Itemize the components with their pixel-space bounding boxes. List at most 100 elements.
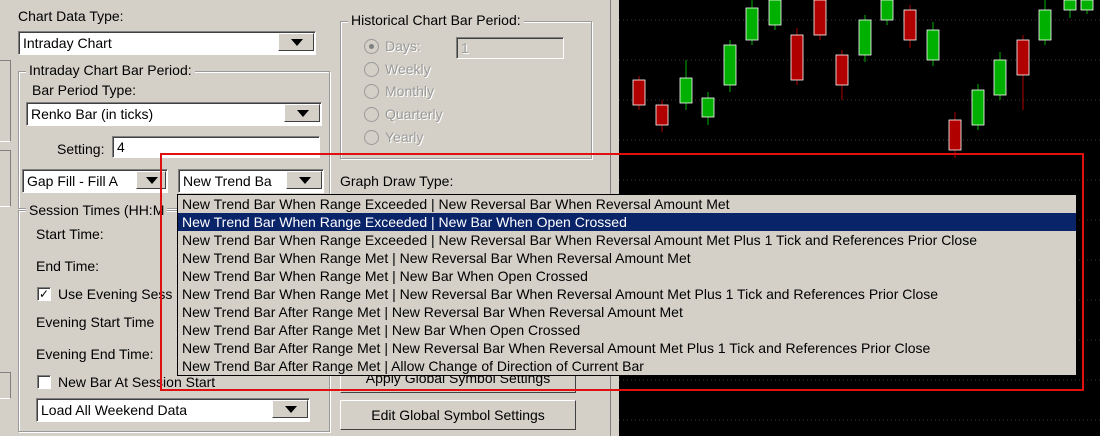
chart-data-type-dropdown-button[interactable] xyxy=(278,33,314,51)
left-edge-frame xyxy=(0,150,11,207)
dropdown-option[interactable]: New Trend Bar When Range Met | New Rever… xyxy=(178,249,1076,267)
gap-fill-select[interactable]: Gap Fill - Fill A xyxy=(22,169,168,193)
weekend-data-value: Load All Weekend Data xyxy=(41,402,188,418)
bar-period-type-select[interactable]: Renko Bar (in ticks) xyxy=(26,102,322,126)
historical-period-title: Historical Chart Bar Period: xyxy=(348,12,524,28)
candle-body xyxy=(880,0,894,21)
bar-period-type-label: Bar Period Type: xyxy=(32,82,137,98)
candle-body xyxy=(993,59,1007,96)
trend-bar-dropdown-button[interactable] xyxy=(286,171,322,189)
up-candle xyxy=(745,0,759,45)
dropdown-option[interactable]: New Trend Bar When Range Exceeded | New … xyxy=(178,231,1076,249)
weekly-radio[interactable] xyxy=(364,62,379,77)
use-evening-label: Use Evening Sess xyxy=(58,286,173,302)
evening-end-label: Evening End Time: xyxy=(36,346,154,362)
dropdown-option[interactable]: New Trend Bar After Range Met | New Reve… xyxy=(178,339,1076,357)
candle-body xyxy=(768,0,782,26)
left-edge-frame xyxy=(0,60,11,142)
chevron-down-icon xyxy=(291,39,303,46)
days-value: 1 xyxy=(461,40,469,56)
candle-body xyxy=(1038,9,1052,41)
monthly-radio[interactable] xyxy=(364,84,379,99)
candle-body xyxy=(971,89,985,126)
edit-global-settings-button[interactable]: Edit Global Symbol Settings xyxy=(340,400,576,430)
dropdown-option[interactable]: New Trend Bar After Range Met | New Reve… xyxy=(178,303,1076,321)
candle-body xyxy=(723,44,737,86)
candle-body xyxy=(632,79,646,106)
up-candle xyxy=(1080,0,1094,14)
monthly-radio-label: Monthly xyxy=(385,83,435,99)
candle-body xyxy=(1063,0,1077,11)
days-radio-label: Days: xyxy=(385,38,421,54)
candle-body xyxy=(655,104,669,126)
up-candle xyxy=(1063,0,1077,18)
days-input[interactable]: 1 xyxy=(456,37,564,59)
yearly-radio[interactable] xyxy=(364,130,379,145)
setting-input[interactable]: 4 xyxy=(112,136,320,158)
up-candle xyxy=(723,40,737,92)
trend-bar-select[interactable]: New Trend Ba xyxy=(178,169,324,193)
weekend-data-dropdown-button[interactable] xyxy=(272,400,308,418)
chart-data-type-select[interactable]: Intraday Chart xyxy=(18,31,316,55)
quarterly-radio[interactable] xyxy=(364,107,379,122)
new-bar-session-label: New Bar At Session Start xyxy=(58,374,216,390)
yearly-radio-label: Yearly xyxy=(385,129,424,145)
dropdown-option[interactable]: New Trend Bar When Range Met | New Rever… xyxy=(178,285,1076,303)
new-bar-session-checkbox[interactable] xyxy=(37,375,51,389)
up-candle xyxy=(971,84,985,130)
candle-body xyxy=(679,77,693,104)
up-candle xyxy=(679,60,693,110)
trend-bar-value: New Trend Ba xyxy=(183,173,272,189)
quarterly-radio-label: Quarterly xyxy=(385,106,443,122)
up-candle xyxy=(858,15,872,62)
chart-data-type-value: Intraday Chart xyxy=(23,35,112,51)
chevron-down-icon xyxy=(285,406,297,413)
dropdown-option[interactable]: New Trend Bar After Range Met | Allow Ch… xyxy=(178,357,1076,375)
up-candle xyxy=(701,92,715,125)
candle-body xyxy=(835,54,849,86)
candle-body xyxy=(858,19,872,56)
intraday-period-title: Intraday Chart Bar Period: xyxy=(26,62,195,78)
use-evening-checkbox[interactable]: ✓ xyxy=(37,287,51,301)
chart-data-type-label: Chart Data Type: xyxy=(18,8,124,24)
dropdown-option[interactable]: New Trend Bar When Range Exceeded | New … xyxy=(178,195,1076,213)
candle-body xyxy=(745,7,759,41)
left-edge-frame xyxy=(0,372,11,399)
up-candle xyxy=(993,52,1007,100)
end-time-label: End Time: xyxy=(36,258,100,274)
setting-label: Setting: xyxy=(57,141,105,157)
dropdown-option[interactable]: New Trend Bar When Range Exceeded | New … xyxy=(178,213,1076,231)
dropdown-option[interactable]: New Trend Bar When Range Met | New Bar W… xyxy=(178,267,1076,285)
candle-body xyxy=(790,34,804,81)
chevron-down-icon xyxy=(146,177,158,184)
down-candle xyxy=(813,0,827,40)
weekend-data-select[interactable]: Load All Weekend Data xyxy=(36,398,310,422)
down-candle xyxy=(835,50,849,100)
down-candle xyxy=(632,76,646,110)
down-candle xyxy=(903,5,917,48)
candle-body xyxy=(903,9,917,41)
days-radio[interactable] xyxy=(364,39,379,54)
gap-fill-dropdown-button[interactable] xyxy=(136,171,166,189)
setting-value: 4 xyxy=(117,139,125,155)
session-times-title: Session Times (HH:M xyxy=(26,202,168,218)
dropdown-option[interactable]: New Trend Bar After Range Met | New Bar … xyxy=(178,321,1076,339)
candle-body xyxy=(1080,0,1094,11)
down-candle xyxy=(655,100,669,132)
up-candle xyxy=(880,0,894,25)
up-candle xyxy=(1038,0,1052,45)
trend-bar-dropdown-list[interactable]: New Trend Bar When Range Exceeded | New … xyxy=(177,194,1077,376)
candle-body xyxy=(948,119,962,151)
candle-body xyxy=(1016,39,1030,76)
gap-fill-value: Gap Fill - Fill A xyxy=(27,173,119,189)
candle-body xyxy=(701,97,715,118)
chevron-down-icon xyxy=(297,110,309,117)
start-time-label: Start Time: xyxy=(36,226,104,242)
bar-period-type-dropdown-button[interactable] xyxy=(284,104,320,122)
bar-period-type-value: Renko Bar (in ticks) xyxy=(31,106,154,122)
candle-body xyxy=(813,0,827,36)
weekly-radio-label: Weekly xyxy=(385,61,431,77)
up-candle xyxy=(926,22,940,66)
down-candle xyxy=(948,112,962,158)
chevron-down-icon xyxy=(299,177,311,184)
